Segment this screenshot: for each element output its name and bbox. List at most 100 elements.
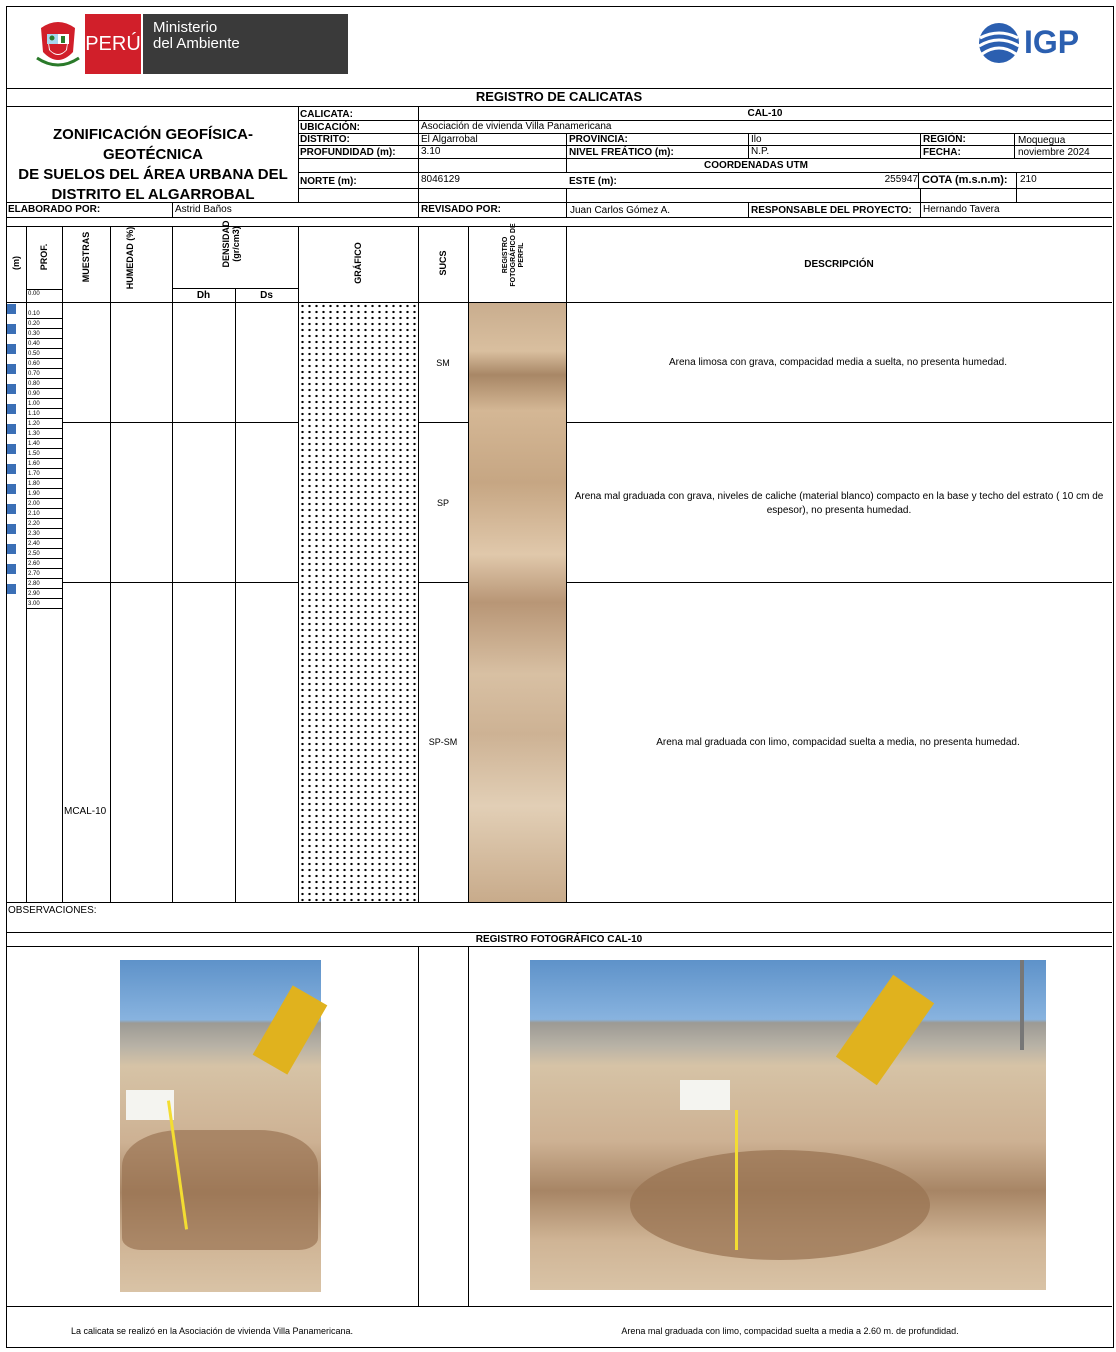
region-value: Moquegua bbox=[1018, 135, 1066, 146]
depth-tick-label: 0.10 bbox=[28, 311, 40, 317]
depth-tick-label: 0.20 bbox=[28, 321, 40, 327]
depth-scale-cell bbox=[7, 504, 16, 514]
peru-shield-icon bbox=[33, 18, 83, 70]
depth-scale-cell bbox=[7, 444, 16, 454]
depth-gridline bbox=[26, 528, 62, 529]
depth-scale-cell bbox=[7, 454, 16, 464]
pit-shape bbox=[122, 1130, 318, 1250]
depth-scale-cell bbox=[7, 304, 16, 314]
site-photo-1 bbox=[120, 960, 328, 1292]
sucs-layer-1: SM bbox=[436, 358, 450, 368]
depth-scale-cell bbox=[7, 514, 16, 524]
depth-tick-label: 1.60 bbox=[28, 461, 40, 467]
depth-gridline bbox=[26, 518, 62, 519]
utility-pole bbox=[1020, 960, 1024, 1050]
sample-label: MCAL-10 bbox=[64, 806, 107, 817]
excavator-arm bbox=[835, 974, 935, 1086]
col-densidad-header: DENSIDAD (gr/cm3) bbox=[221, 220, 241, 268]
depth-scale-cell bbox=[7, 334, 16, 344]
depth-gridline bbox=[26, 338, 62, 339]
photo-section-title: REGISTRO FOTOGRÁFICO CAL-10 bbox=[475, 934, 643, 945]
fecha-label: FECHA: bbox=[923, 147, 961, 158]
depth-gridline bbox=[26, 418, 62, 419]
depth-gridline bbox=[26, 478, 62, 479]
este-value: 255947 bbox=[884, 174, 918, 185]
depth-tick-label: 2.10 bbox=[28, 511, 40, 517]
calicata-value: CAL-10 bbox=[747, 108, 783, 119]
depth-scale-cell bbox=[7, 384, 16, 394]
depth-tick-label: 2.40 bbox=[28, 541, 40, 547]
depth-gridline bbox=[26, 378, 62, 379]
ubicacion-value: Asociación de vivienda Villa Panamerican… bbox=[421, 121, 612, 132]
depth-gridline bbox=[26, 558, 62, 559]
soil-graphic bbox=[299, 303, 418, 902]
depth-scale-cell bbox=[7, 524, 16, 534]
revisado-label: REVISADO POR: bbox=[421, 204, 502, 215]
col-dh-header: Dh bbox=[196, 290, 211, 301]
responsable-label: RESPONSABLE DEL PROYECTO: bbox=[751, 205, 912, 216]
depth-gridline bbox=[26, 408, 62, 409]
igp-label: IGP bbox=[1024, 24, 1080, 60]
ministerio-block: Ministerio del Ambiente bbox=[143, 14, 348, 74]
provincia-label: PROVINCIA: bbox=[569, 134, 628, 145]
provincia-value: Ilo bbox=[751, 134, 762, 145]
depth-gridline bbox=[26, 578, 62, 579]
depth-tick-label: 2.00 bbox=[28, 501, 40, 507]
depth-gridline bbox=[26, 438, 62, 439]
ministerio-line2: del Ambiente bbox=[153, 35, 240, 52]
pit-shape bbox=[630, 1150, 930, 1260]
ubicacion-label: UBICACIÓN: bbox=[300, 122, 360, 133]
depth-scale-cell bbox=[7, 584, 16, 594]
depth-scale-cell bbox=[7, 574, 16, 584]
sucs-layer-2: SP bbox=[436, 498, 449, 508]
depth-tick-label: 3.00 bbox=[28, 601, 40, 607]
depth-scale-cell bbox=[7, 324, 16, 334]
igp-globe-icon bbox=[978, 23, 1020, 63]
depth-tick-label: 2.20 bbox=[28, 521, 40, 527]
depth-scale-cell bbox=[7, 534, 16, 544]
ministerio-logo: PERÚ Ministerio del Ambiente bbox=[29, 14, 348, 74]
depth-scale-cell bbox=[7, 424, 16, 434]
col-descripcion-header: DESCRIPCIÓN bbox=[804, 259, 874, 270]
profundidad-value: 3.10 bbox=[421, 146, 441, 157]
fecha-value: noviembre 2024 bbox=[1018, 147, 1090, 158]
col-muestras-header: MUESTRAS bbox=[81, 231, 91, 283]
profile-photo bbox=[469, 303, 566, 902]
depth-tick-label: 0.70 bbox=[28, 371, 40, 377]
excavator-arm bbox=[252, 985, 328, 1075]
coordenadas-label: COORDENADAS UTM bbox=[704, 160, 808, 171]
sucs-layer-3: SP-SM bbox=[428, 737, 458, 747]
depth-gridline bbox=[26, 318, 62, 319]
depth-scale-cell bbox=[7, 394, 16, 404]
cota-value: 210 bbox=[1020, 174, 1037, 185]
depth-tick-label: 1.80 bbox=[28, 481, 40, 487]
depth-gridline bbox=[26, 428, 62, 429]
depth-tick-label: 2.80 bbox=[28, 581, 40, 587]
depth-gridline bbox=[26, 568, 62, 569]
depth-gridline bbox=[26, 388, 62, 389]
col-grafico-header: GRÁFICO bbox=[353, 242, 363, 284]
depth-scale-cell bbox=[7, 414, 16, 424]
depth-tick-label: 2.90 bbox=[28, 591, 40, 597]
site-photo-2 bbox=[530, 960, 1046, 1290]
col-ds-header: Ds bbox=[260, 290, 273, 301]
depth-tick-label: 0.60 bbox=[28, 361, 40, 367]
distrito-label: DISTRITO: bbox=[300, 134, 350, 145]
caption-left: La calicata se realizó en la Asociación … bbox=[70, 1326, 353, 1336]
depth-scale-cell bbox=[7, 374, 16, 384]
depth-gridline bbox=[26, 458, 62, 459]
depth-tick-label: 1.50 bbox=[28, 451, 40, 457]
col-m-header: (m) bbox=[11, 256, 21, 270]
depth-tick-label: 1.70 bbox=[28, 471, 40, 477]
depth-scale-cell bbox=[7, 404, 16, 414]
igp-logo: IGP bbox=[976, 20, 1098, 66]
calicata-label: CALICATA: bbox=[300, 109, 353, 120]
depth-tick-label: 0.50 bbox=[28, 351, 40, 357]
peru-label: PERÚ bbox=[85, 14, 141, 74]
depth-scale-cell bbox=[7, 364, 16, 374]
depth-scale-cell bbox=[7, 474, 16, 484]
depth-tick-label: 2.30 bbox=[28, 531, 40, 537]
description-layer-2: Arena mal graduada con grava, niveles de… bbox=[574, 491, 1104, 516]
depth-tick-label: 0.90 bbox=[28, 391, 40, 397]
depth-gridline bbox=[26, 368, 62, 369]
